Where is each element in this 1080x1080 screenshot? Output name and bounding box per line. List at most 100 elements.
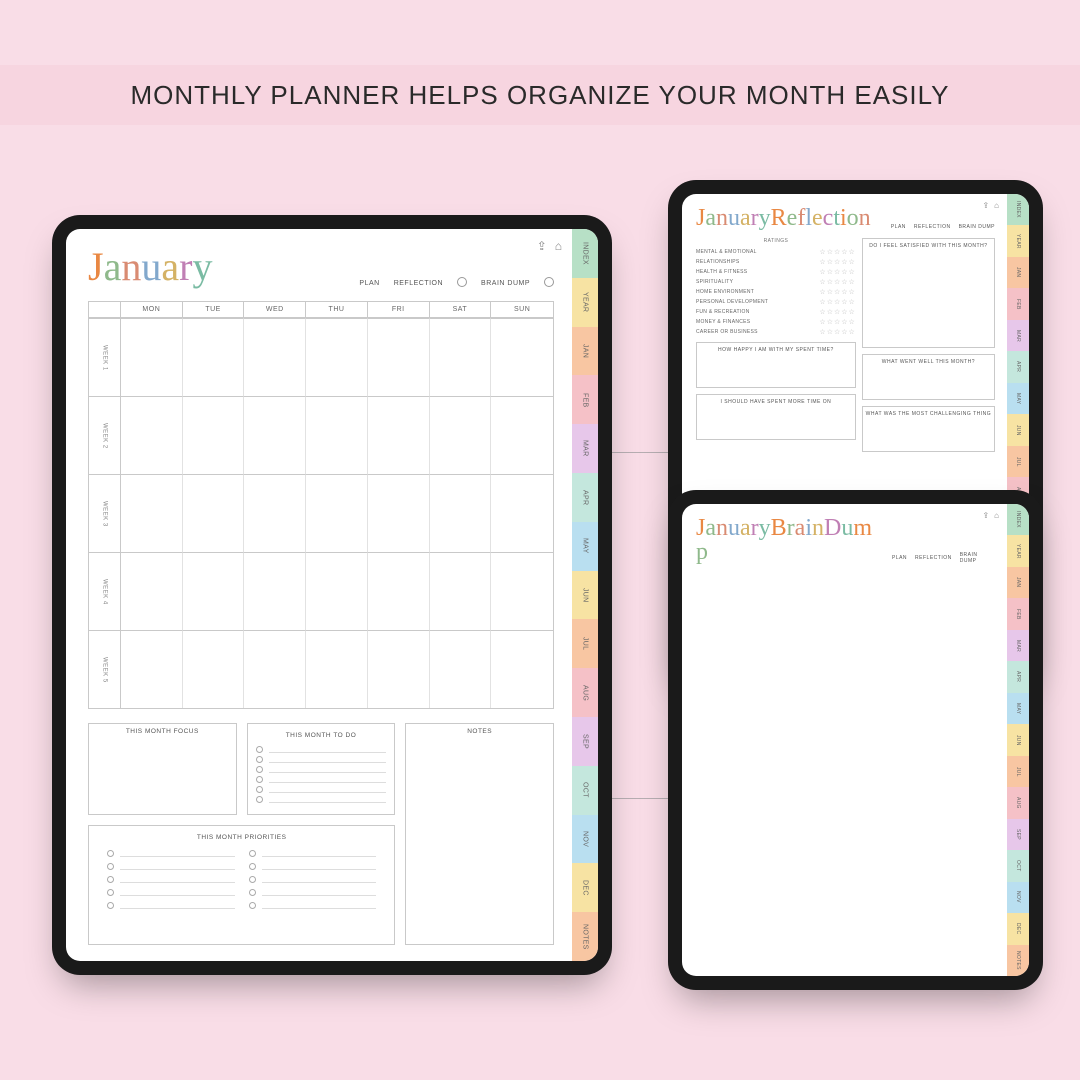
checkbox-icon[interactable]	[249, 902, 256, 909]
rating-row[interactable]: HEALTH & FITNESS☆☆☆☆☆	[696, 268, 856, 276]
star-icon[interactable]: ☆☆☆☆☆	[819, 298, 855, 306]
sidetab-oct[interactable]: OCT	[1007, 850, 1029, 881]
sidetab-nov[interactable]: NOV	[572, 815, 598, 864]
sidetab-index[interactable]: INDEX	[1007, 504, 1029, 535]
sidetab-dec[interactable]: DEC	[1007, 913, 1029, 944]
calendar-cell[interactable]	[244, 318, 306, 396]
calendar-cell[interactable]	[491, 318, 553, 396]
sidetab-mar[interactable]: MAR	[572, 424, 598, 473]
rating-row[interactable]: MONEY & FINANCES☆☆☆☆☆	[696, 318, 856, 326]
checkbox-icon[interactable]	[249, 889, 256, 896]
star-icon[interactable]: ☆☆☆☆☆	[819, 248, 855, 256]
star-icon[interactable]: ☆☆☆☆☆	[819, 258, 855, 266]
sidetab-jan[interactable]: JAN	[1007, 257, 1029, 288]
sidetab-apr[interactable]: APR	[572, 473, 598, 522]
checklist-line[interactable]	[249, 889, 377, 896]
checklist-line[interactable]	[256, 756, 387, 763]
write-line[interactable]	[269, 786, 387, 793]
nav-plan[interactable]: PLAN	[359, 280, 379, 287]
calendar-cell[interactable]	[491, 396, 553, 474]
checklist-line[interactable]	[256, 776, 387, 783]
calendar-cell[interactable]	[491, 630, 553, 708]
checkbox-icon[interactable]	[107, 850, 114, 857]
calendar-cell[interactable]	[121, 552, 183, 630]
write-line[interactable]	[262, 889, 377, 896]
write-line[interactable]	[269, 776, 387, 783]
box-wentwell[interactable]: WHAT WENT WELL THIS MONTH?	[862, 354, 995, 400]
sidetab-mar[interactable]: MAR	[1007, 320, 1029, 351]
nav-plan[interactable]: PLAN	[892, 555, 907, 561]
star-icon[interactable]: ☆☆☆☆☆	[819, 278, 855, 286]
calendar-cell[interactable]	[430, 552, 492, 630]
calendar-cell[interactable]	[121, 630, 183, 708]
write-line[interactable]	[120, 889, 235, 896]
checkbox-icon[interactable]	[256, 796, 263, 803]
calendar-cell[interactable]	[430, 318, 492, 396]
sidetab-jan[interactable]: JAN	[572, 327, 598, 376]
checklist-line[interactable]	[249, 876, 377, 883]
star-icon[interactable]: ☆☆☆☆☆	[819, 328, 855, 336]
checkbox-icon[interactable]	[107, 876, 114, 883]
checkbox-icon[interactable]	[249, 876, 256, 883]
star-icon[interactable]: ☆☆☆☆☆	[819, 268, 855, 276]
checkbox-icon[interactable]	[256, 786, 263, 793]
calendar-cell[interactable]	[306, 474, 368, 552]
page-braindump[interactable]: ⇪ ⌂ January Brain Dump PLAN REFLECTION B…	[682, 504, 1007, 976]
box-happy[interactable]: HOW HAPPY I AM WITH MY SPENT TIME?	[696, 342, 856, 388]
sidetab-mar[interactable]: MAR	[1007, 630, 1029, 661]
calendar-cell[interactable]	[244, 396, 306, 474]
star-icon[interactable]: ☆☆☆☆☆	[819, 308, 855, 316]
calendar-cell[interactable]	[306, 318, 368, 396]
sidetab-sep[interactable]: SEP	[572, 717, 598, 766]
rating-row[interactable]: MENTAL & EMOTIONAL☆☆☆☆☆	[696, 248, 856, 256]
sidetab-jun[interactable]: JUN	[1007, 414, 1029, 445]
checkbox-icon[interactable]	[256, 746, 263, 753]
calendar-cell[interactable]	[368, 396, 430, 474]
checklist-line[interactable]	[107, 863, 235, 870]
box-satisfied[interactable]: DO I FEEL SATISFIED WITH THIS MONTH?	[862, 238, 995, 348]
checkbox-icon[interactable]	[249, 863, 256, 870]
calendar-cell[interactable]	[121, 318, 183, 396]
panel-todo[interactable]: THIS MONTH TO DO	[247, 723, 396, 815]
sidetab-index[interactable]: INDEX	[1007, 194, 1029, 225]
write-line[interactable]	[120, 863, 235, 870]
nav-plan[interactable]: PLAN	[891, 224, 906, 230]
home-icon[interactable]: ⌂	[994, 511, 999, 520]
calendar-cell[interactable]	[430, 474, 492, 552]
nav-reflection[interactable]: REFLECTION	[914, 224, 951, 230]
panel-notes[interactable]: NOTES	[405, 723, 554, 945]
rating-row[interactable]: CAREER OR BUSINESS☆☆☆☆☆	[696, 328, 856, 336]
sidetab-jul[interactable]: JUL	[1007, 756, 1029, 787]
calendar-cell[interactable]	[306, 396, 368, 474]
checkbox-icon[interactable]	[249, 850, 256, 857]
calendar-cell[interactable]	[121, 396, 183, 474]
calendar-cell[interactable]	[244, 552, 306, 630]
calendar-cell[interactable]	[430, 396, 492, 474]
sidetab-index[interactable]: INDEX	[572, 229, 598, 278]
rating-row[interactable]: HOME ENVIRONMENT☆☆☆☆☆	[696, 288, 856, 296]
sidetab-year[interactable]: YEAR	[572, 278, 598, 327]
calendar-cell[interactable]	[244, 474, 306, 552]
checklist-line[interactable]	[256, 786, 387, 793]
nav-braindump[interactable]: BRAIN DUMP	[959, 224, 995, 230]
sidetab-feb[interactable]: FEB	[1007, 288, 1029, 319]
sidetab-may[interactable]: MAY	[1007, 693, 1029, 724]
calendar-cell[interactable]	[430, 630, 492, 708]
home-icon[interactable]: ⌂	[555, 239, 562, 253]
sidetab-year[interactable]: YEAR	[1007, 535, 1029, 566]
checklist-line[interactable]	[107, 889, 235, 896]
calendar-cell[interactable]	[183, 396, 245, 474]
star-icon[interactable]: ☆☆☆☆☆	[819, 318, 855, 326]
checklist-line[interactable]	[107, 850, 235, 857]
calendar-cell[interactable]	[183, 552, 245, 630]
sidetab-jul[interactable]: JUL	[1007, 446, 1029, 477]
calendar-cell[interactable]	[183, 630, 245, 708]
write-line[interactable]	[120, 850, 235, 857]
sidetab-apr[interactable]: APR	[1007, 661, 1029, 692]
rating-row[interactable]: RELATIONSHIPS☆☆☆☆☆	[696, 258, 856, 266]
checkbox-icon[interactable]	[256, 766, 263, 773]
rating-row[interactable]: PERSONAL DEVELOPMENT☆☆☆☆☆	[696, 298, 856, 306]
write-line[interactable]	[262, 850, 377, 857]
sidetab-feb[interactable]: FEB	[1007, 598, 1029, 629]
sidetab-dec[interactable]: DEC	[572, 863, 598, 912]
